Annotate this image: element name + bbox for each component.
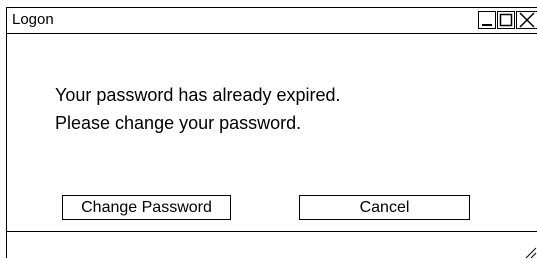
close-button[interactable] — [516, 11, 537, 29]
message-text: Your password has already expired. Pleas… — [55, 81, 341, 137]
message-line-1: Your password has already expired. — [55, 85, 341, 105]
minimize-icon — [482, 24, 492, 26]
change-password-button[interactable]: Change Password — [62, 195, 231, 220]
maximize-button[interactable] — [497, 11, 515, 29]
resize-grip-icon[interactable] — [521, 243, 537, 259]
minimize-button[interactable] — [478, 11, 496, 29]
title-bar[interactable]: Logon — [7, 8, 537, 34]
window-title: Logon — [12, 11, 54, 28]
message-line-2: Please change your password. — [55, 113, 302, 133]
logon-window: Logon Your password has already expired.… — [6, 7, 537, 259]
cancel-button[interactable]: Cancel — [299, 195, 470, 220]
status-bar — [7, 231, 537, 259]
close-icon — [519, 12, 535, 28]
maximize-icon — [499, 13, 513, 27]
